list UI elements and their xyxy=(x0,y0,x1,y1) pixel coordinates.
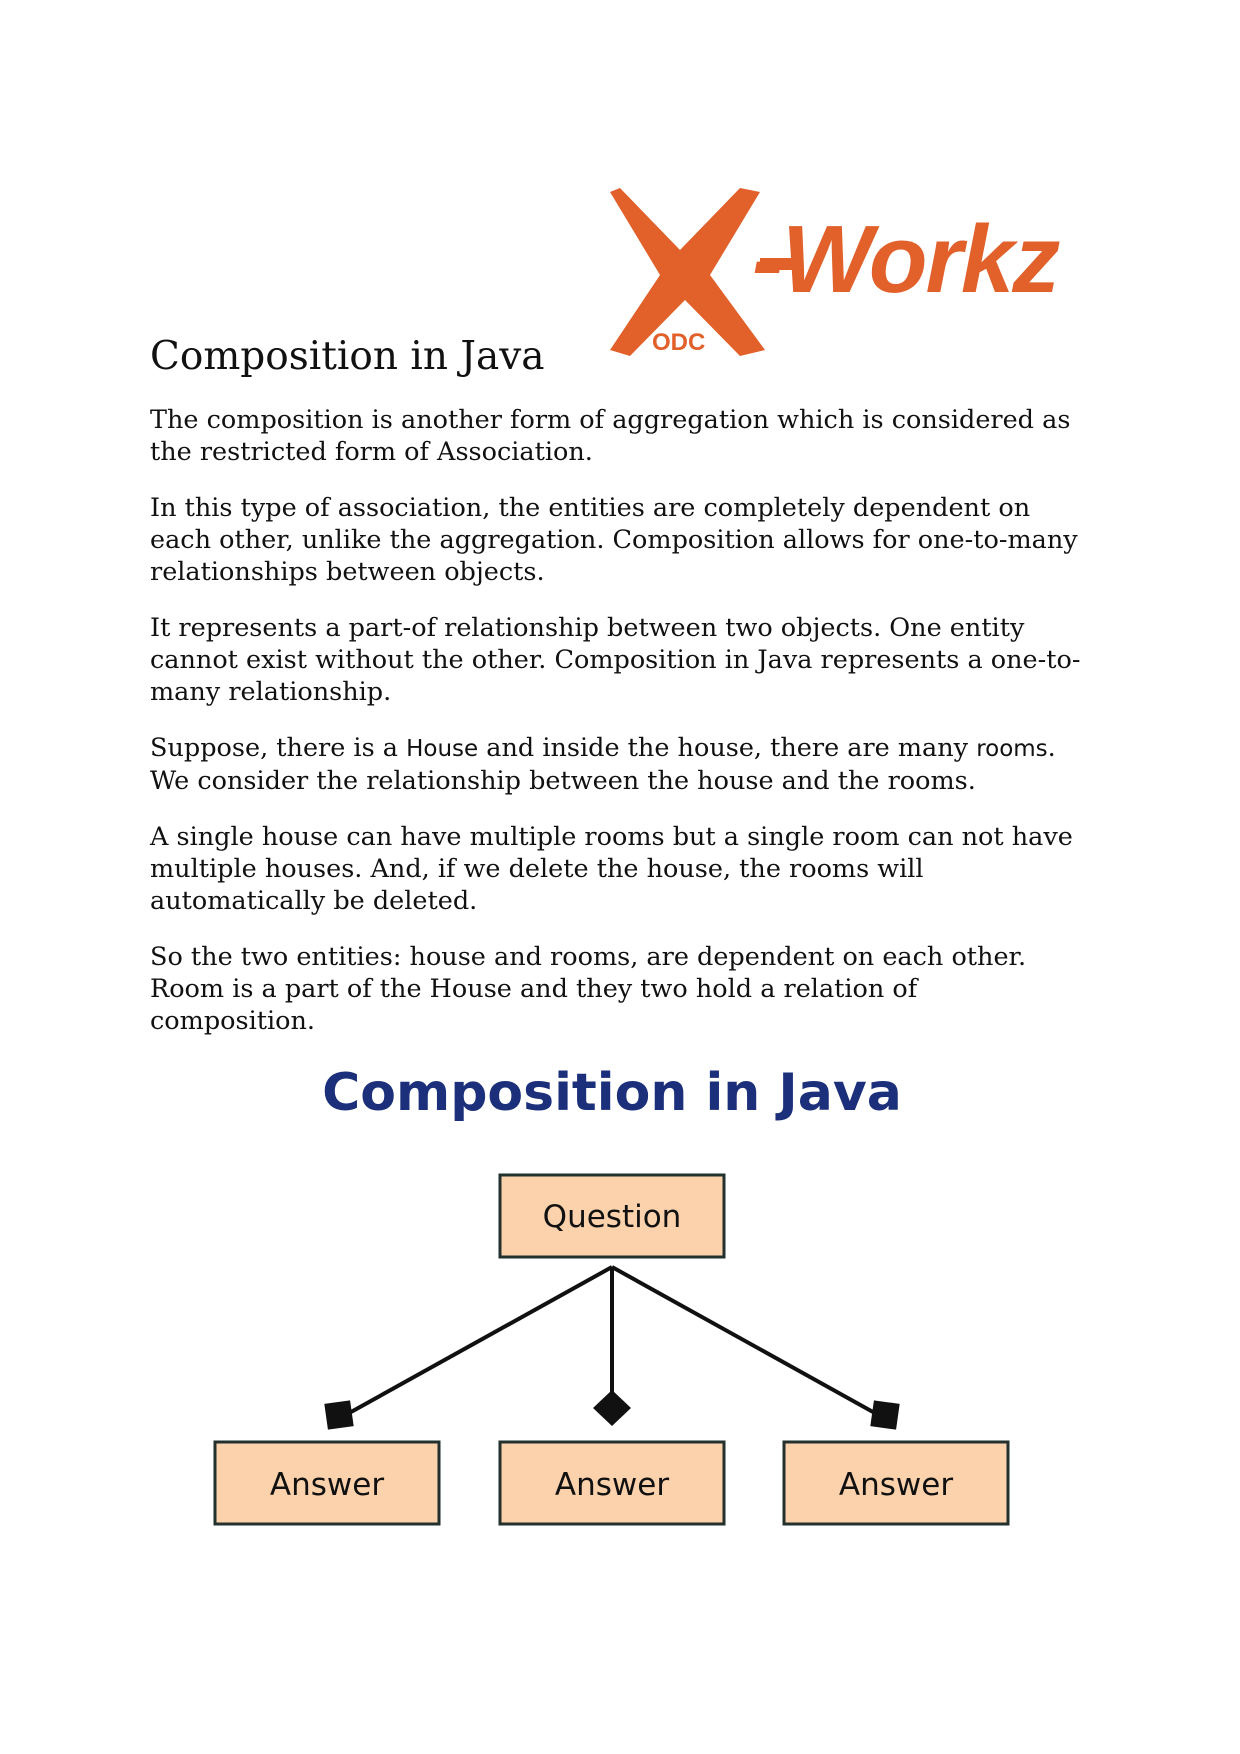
connector-left xyxy=(341,1265,613,1419)
answer-label-1: Answer xyxy=(270,1467,384,1503)
paragraph-1: The composition is another form of aggre… xyxy=(150,405,1071,467)
paragraph-4: Suppose, there is a House and inside the… xyxy=(150,732,1090,797)
article-body: The composition is another form of aggre… xyxy=(150,404,1090,1061)
connector-right xyxy=(611,1265,883,1419)
composition-marker-left xyxy=(324,1400,354,1430)
composition-marker-right xyxy=(870,1400,900,1430)
code-house: House xyxy=(406,736,479,762)
paragraph-5: A single house can have multiple rooms b… xyxy=(150,822,1073,916)
answer-label-2: Answer xyxy=(555,1467,669,1503)
composition-diamond-middle xyxy=(593,1390,631,1426)
answer-label-3: Answer xyxy=(839,1467,953,1503)
paragraph-4-part-c: and inside the house, there are many xyxy=(478,733,977,763)
composition-diagram: Composition in Java Question Answer Answ… xyxy=(200,1055,1040,1535)
question-label: Question xyxy=(543,1199,682,1235)
code-rooms: rooms xyxy=(976,736,1048,762)
logo-text: -Workz xyxy=(752,206,1060,313)
paragraph-4-part-a: Suppose, there is a xyxy=(150,733,407,763)
logo-subtext: ODC xyxy=(652,329,705,356)
paragraph-3: It represents a part-of relationship bet… xyxy=(150,613,1081,707)
page-title: Composition in Java xyxy=(150,334,545,379)
paragraph-2: In this type of association, the entitie… xyxy=(150,493,1078,587)
diagram-title: Composition in Java xyxy=(322,1063,902,1123)
xworkz-logo: -Workz ODC xyxy=(610,180,1070,360)
paragraph-6: So the two entities: house and rooms, ar… xyxy=(150,942,1027,1036)
